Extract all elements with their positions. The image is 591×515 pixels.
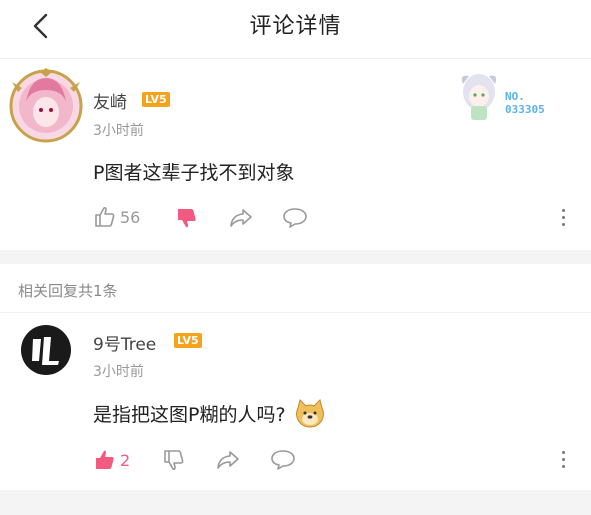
thumbs-down-icon[interactable] — [162, 448, 186, 472]
more-icon[interactable] — [562, 451, 566, 472]
comment-icon[interactable] — [282, 206, 308, 230]
more-icon[interactable] — [562, 209, 566, 230]
badge-number-label: NO. 033305 — [505, 90, 545, 116]
share-icon[interactable] — [228, 206, 254, 230]
bottom-divider — [0, 490, 591, 515]
like-count: 56 — [120, 207, 141, 227]
level-badge: LV5 — [174, 333, 202, 348]
page-title: 评论详情 — [249, 14, 342, 39]
section-divider — [0, 250, 591, 264]
reply-text-row: 是指把这图P糊的人吗? — [93, 398, 326, 428]
comment-text: P图者这辈子找不到对象 — [93, 162, 295, 184]
divider — [0, 312, 591, 313]
share-icon[interactable] — [215, 448, 241, 472]
like-button[interactable]: 56 — [93, 204, 140, 230]
thumbs-down-icon[interactable] — [175, 206, 199, 230]
doge-emoji-icon — [295, 399, 324, 428]
reply-text: 是指把这图P糊的人吗? — [93, 403, 286, 426]
reply-author[interactable]: 9号Tree — [93, 330, 156, 355]
thumbs-up-icon — [95, 206, 115, 227]
related-replies-header: 相关回复共1条 — [18, 282, 118, 300]
reply-time: 3小时前 — [93, 364, 144, 380]
like-count: 2 — [120, 450, 131, 470]
avatar[interactable] — [21, 325, 71, 375]
avatar-frame[interactable] — [8, 68, 84, 144]
fan-badge-character — [461, 74, 497, 120]
header-divider — [0, 58, 591, 59]
comment-time: 3小时前 — [93, 123, 144, 139]
like-button[interactable]: 2 — [93, 447, 130, 473]
thumbs-up-icon — [96, 450, 114, 469]
comment-icon[interactable] — [270, 448, 296, 472]
comment-author[interactable]: 友崎 — [93, 88, 127, 113]
level-badge: LV5 — [142, 92, 170, 107]
